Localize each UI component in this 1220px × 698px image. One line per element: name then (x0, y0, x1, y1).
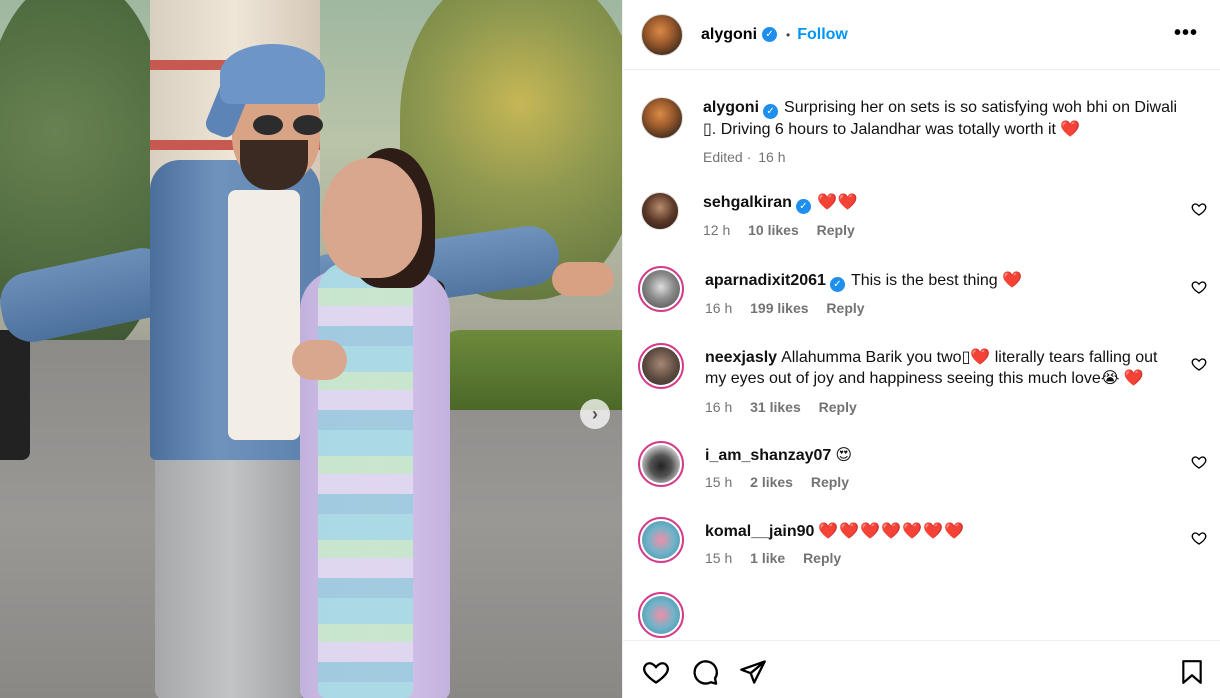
man-shirt (228, 190, 300, 440)
verified-icon: ✓ (795, 199, 811, 214)
reply-button[interactable]: Reply (819, 399, 857, 415)
verified-icon: ✓ (763, 104, 779, 119)
avatar[interactable] (641, 13, 683, 56)
comment-text: ❤️❤️ (816, 194, 859, 211)
verified-icon: ✓ (762, 27, 778, 42)
comment-time: 12 h (703, 222, 731, 238)
heart-icon[interactable] (1191, 279, 1207, 295)
avatar[interactable] (638, 592, 684, 638)
caption-text: Surprising her on sets is so satisfying … (784, 99, 1178, 116)
bookmark-icon[interactable] (1179, 658, 1205, 686)
comment-item: i_am_shanzay07 😍 15 h 2 likes Reply (623, 441, 1220, 490)
comment-text: ❤️❤️❤️❤️❤️❤️❤️ (818, 523, 965, 540)
comment-time: 15 h (705, 474, 733, 490)
comment-item: komal__jain90 ❤️❤️❤️❤️❤️❤️❤️ 15 h 1 like … (623, 517, 1220, 566)
post-action-bar (623, 640, 1220, 698)
separator-dot: • (786, 27, 791, 42)
reply-button[interactable]: Reply (817, 222, 855, 238)
avatar[interactable] (638, 343, 684, 389)
share-icon[interactable] (739, 658, 767, 686)
comment-likes[interactable]: 10 likes (748, 222, 799, 238)
reply-button[interactable]: Reply (826, 300, 864, 316)
heart-icon[interactable] (1191, 356, 1207, 372)
avatar[interactable] (638, 441, 684, 487)
heart-icon[interactable] (1191, 454, 1207, 470)
comment-text: 😍 (835, 447, 852, 464)
post-header: alygoni ✓ • Follow ••• (623, 0, 1220, 70)
woman-face (322, 158, 422, 278)
background-car (0, 330, 30, 460)
post-author-username[interactable]: alygoni (701, 26, 757, 44)
comment-item: aparnadixit2061 ✓ This is the best thing ❤… (623, 266, 1220, 316)
verified-icon: ✓ (829, 277, 845, 292)
comment-username[interactable]: neexjasly (705, 349, 777, 366)
next-arrow-icon: › (592, 403, 598, 424)
reply-button[interactable]: Reply (803, 550, 841, 566)
comment-likes[interactable]: 1 like (750, 550, 785, 566)
woman-hand (292, 340, 347, 380)
comment-username[interactable]: sehgalkiran (703, 194, 792, 211)
man-hand (552, 262, 614, 296)
caption-username[interactable]: alygoni (703, 99, 759, 116)
comment-username[interactable]: i_am_shanzay07 (705, 447, 831, 464)
follow-button[interactable]: Follow (797, 26, 848, 44)
post-time: 16 h (758, 149, 786, 165)
comments-scroll-area[interactable]: alygoni ✓ Surprising her on sets is so sat… (623, 70, 1220, 642)
comment-icon[interactable] (691, 658, 719, 686)
comment-time: 16 h (705, 300, 733, 316)
comment-likes[interactable]: 2 likes (750, 474, 793, 490)
comment-likes[interactable]: 31 likes (750, 399, 801, 415)
post-photo: › (0, 0, 622, 698)
heart-icon[interactable] (1191, 201, 1207, 217)
next-photo-button[interactable]: › (580, 399, 610, 429)
comment-time: 16 h (705, 399, 733, 415)
avatar[interactable] (638, 266, 684, 312)
post-caption: alygoni ✓ Surprising her on sets is so sat… (623, 97, 1220, 165)
heart-icon[interactable] (642, 658, 670, 686)
comment-likes[interactable]: 199 likes (750, 300, 808, 316)
avatar[interactable] (638, 517, 684, 563)
man-beard (240, 140, 308, 190)
man-pants (155, 450, 305, 698)
avatar[interactable] (641, 192, 679, 230)
reply-button[interactable]: Reply (811, 474, 849, 490)
more-icon[interactable]: ••• (1174, 22, 1198, 45)
comment-item-partial (623, 592, 1220, 638)
woman-dupatta (318, 262, 413, 698)
edited-label: Edited (703, 149, 743, 165)
comment-item: neexjasly Allahumma Barik you two▯❤️ lite… (623, 343, 1220, 415)
comment-text: This is the best thing ❤️ (850, 272, 1023, 289)
comment-item: sehgalkiran ✓ ❤️❤️ 12 h 10 likes Reply (623, 192, 1220, 238)
heart-icon[interactable] (1191, 530, 1207, 546)
comment-username[interactable]: aparnadixit2061 (705, 272, 826, 289)
post-detail-panel: alygoni ✓ • Follow ••• alygoni ✓ Surprisin… (622, 0, 1220, 698)
man-cap (220, 44, 325, 104)
sunglasses (253, 115, 325, 137)
background-hedge (440, 330, 622, 410)
caption-text-cont: ▯. Driving 6 hours to Jalandhar was tota… (703, 121, 1081, 138)
avatar[interactable] (641, 97, 683, 139)
comment-time: 15 h (705, 550, 733, 566)
comment-username[interactable]: komal__jain90 (705, 523, 814, 540)
